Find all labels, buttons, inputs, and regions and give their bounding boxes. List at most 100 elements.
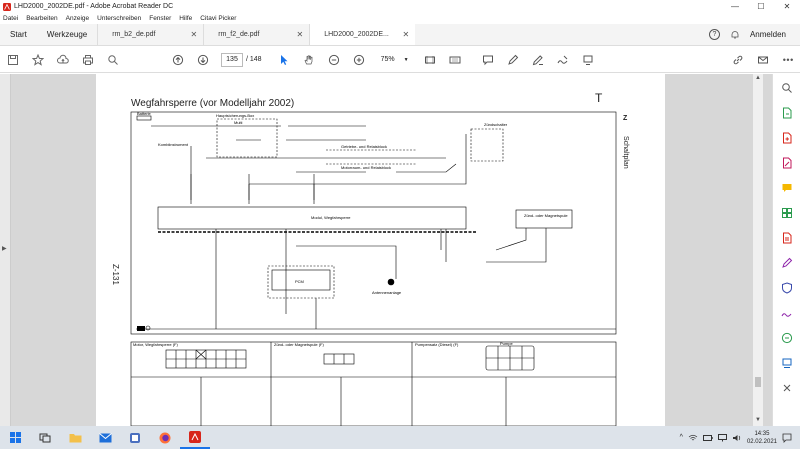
zoom-out-icon[interactable] [322, 47, 347, 73]
label-conn1: Motor, Wegfahrsperre (F) [133, 342, 178, 347]
wifi-icon[interactable] [688, 434, 698, 442]
edit-pdf-icon[interactable] [781, 157, 793, 169]
label-hauptsicherung: Hauptsicherungs-Box [216, 113, 254, 118]
volume-icon[interactable] [732, 434, 742, 442]
minimize-button[interactable]: — [722, 0, 748, 13]
chevron-up-icon[interactable]: ^ [680, 434, 683, 441]
scroll-down-icon[interactable]: ▼ [755, 417, 761, 423]
help-icon[interactable]: ? [708, 29, 720, 40]
expand-left-icon[interactable]: ▶ [2, 245, 7, 252]
zoom-search-icon[interactable] [100, 47, 125, 73]
label-conn4: Pumpe [500, 341, 513, 346]
stamp-tool-icon[interactable] [781, 357, 793, 369]
close-tab-icon[interactable]: ✕ [297, 30, 304, 39]
teams-icon[interactable] [120, 426, 150, 449]
scan-ocr-icon[interactable] [781, 232, 793, 244]
notifications-icon[interactable] [782, 433, 792, 443]
bell-icon[interactable] [730, 30, 740, 40]
search-icon[interactable] [781, 82, 793, 94]
page-down-icon[interactable] [190, 47, 215, 73]
tab-doc-3[interactable]: LHD2000_2002DE... ✕ [309, 24, 416, 45]
menu-unterschreiben[interactable]: Unterschreiben [97, 15, 141, 22]
task-view-icon[interactable] [30, 426, 60, 449]
stamp-icon[interactable] [576, 47, 601, 73]
comment-icon[interactable] [476, 47, 501, 73]
maximize-button[interactable]: ☐ [748, 0, 774, 13]
create-pdf-icon[interactable] [781, 132, 793, 144]
menu-anzeige[interactable]: Anzeige [66, 15, 90, 22]
vertical-scrollbar[interactable] [753, 74, 763, 426]
draw-icon[interactable] [526, 47, 551, 73]
highlight-pen-icon[interactable] [501, 47, 526, 73]
clock-time: 14:35 [754, 430, 770, 437]
toolbar: 135 / 148 75% ▼ • • • [0, 47, 800, 73]
tab-bar: Start Werkzeuge rm_b2_de.pdf ✕ rm_f2_de.… [0, 24, 800, 46]
tab-doc-label: LHD2000_2002DE... [324, 31, 389, 38]
tab-start[interactable]: Start [0, 24, 37, 45]
windows-start-icon[interactable] [0, 426, 30, 449]
page-up-icon[interactable] [165, 47, 190, 73]
page-total: / 148 [246, 56, 262, 63]
share-icon[interactable] [781, 332, 793, 344]
scrollbar-thumb[interactable] [755, 377, 761, 387]
zoom-value: 75% [380, 56, 395, 63]
keyboard-icon[interactable] [443, 47, 468, 73]
label-getriebe: Getriebe- und Relaisblock [341, 144, 387, 149]
link-icon[interactable] [725, 47, 750, 73]
network-icon[interactable] [717, 433, 727, 442]
close-tab-icon[interactable]: ✕ [191, 30, 198, 39]
menu-bearbeiten[interactable]: Bearbeiten [26, 15, 57, 22]
fill-sign-tool-icon[interactable] [781, 257, 793, 269]
menu-bar: Datei Bearbeiten Anzeige Unterschreiben … [0, 13, 800, 24]
label-motorraum: Motorraum- und Relaisblock [341, 165, 391, 170]
label-modul: Modul, Wegfahrsperre [311, 215, 351, 220]
menu-datei[interactable]: Datei [3, 15, 18, 22]
label-antenne: Antennenanlage [372, 290, 402, 295]
acrobat-taskbar-icon[interactable] [180, 426, 210, 449]
menu-citavi[interactable]: Citavi Picker [200, 15, 236, 22]
mail-app-icon[interactable] [90, 426, 120, 449]
close-window-button[interactable]: ✕ [774, 0, 800, 13]
label-conn3: Pumpensatz (Diesel) (F) [415, 342, 459, 347]
more-icon[interactable]: • • • [775, 47, 800, 73]
battery-icon[interactable] [702, 434, 713, 441]
firefox-icon[interactable] [150, 426, 180, 449]
mail-icon[interactable] [750, 47, 775, 73]
window-title: LHD2000_2002DE.pdf - Adobe Acrobat Reade… [14, 3, 174, 10]
tab-doc-1[interactable]: rm_b2_de.pdf ✕ [97, 24, 203, 45]
menu-hilfe[interactable]: Hilfe [179, 15, 192, 22]
organize-pages-icon[interactable] [781, 207, 793, 219]
menu-fenster[interactable]: Fenster [149, 15, 171, 22]
select-cursor-icon[interactable] [272, 47, 297, 73]
pdf-page: Wegfahrsperre (vor Modelljahr 2002) T Z … [96, 74, 665, 426]
label-pcm: PCM [295, 279, 304, 284]
login-button[interactable]: Anmelden [750, 30, 786, 39]
zoom-dropdown[interactable]: 75% ▼ [378, 53, 412, 67]
tab-werkzeuge[interactable]: Werkzeuge [37, 24, 97, 45]
hand-tool-icon[interactable] [297, 47, 322, 73]
print-icon[interactable] [75, 47, 100, 73]
system-tray: ^ 14:35 02.02.2021 [680, 426, 800, 449]
export-pdf-icon[interactable] [781, 107, 793, 119]
send-signature-icon[interactable] [781, 307, 793, 319]
label-zuendmagnet: Zünd- oder Magnetspule [524, 213, 568, 218]
ground-symbol [137, 325, 151, 331]
zoom-in-icon[interactable] [347, 47, 372, 73]
file-explorer-icon[interactable] [60, 426, 90, 449]
tab-doc-label: rm_f2_de.pdf [218, 31, 260, 38]
fit-page-icon[interactable] [418, 47, 443, 73]
fill-sign-icon[interactable] [551, 47, 576, 73]
taskbar: ^ 14:35 02.02.2021 [0, 426, 800, 449]
more-tools-icon[interactable] [781, 382, 793, 394]
tab-doc-2[interactable]: rm_f2_de.pdf ✕ [203, 24, 309, 45]
clock[interactable]: 14:35 02.02.2021 [747, 430, 777, 446]
upload-cloud-icon[interactable] [50, 47, 75, 73]
comment-tool-icon[interactable] [781, 182, 793, 194]
clock-date: 02.02.2021 [746, 438, 777, 445]
page-number-input[interactable]: 135 [221, 52, 243, 67]
save-icon[interactable] [0, 47, 25, 73]
close-tab-icon[interactable]: ✕ [403, 30, 410, 39]
protect-icon[interactable] [781, 282, 793, 294]
star-icon[interactable] [25, 47, 50, 73]
scroll-up-icon[interactable]: ▲ [755, 75, 761, 81]
